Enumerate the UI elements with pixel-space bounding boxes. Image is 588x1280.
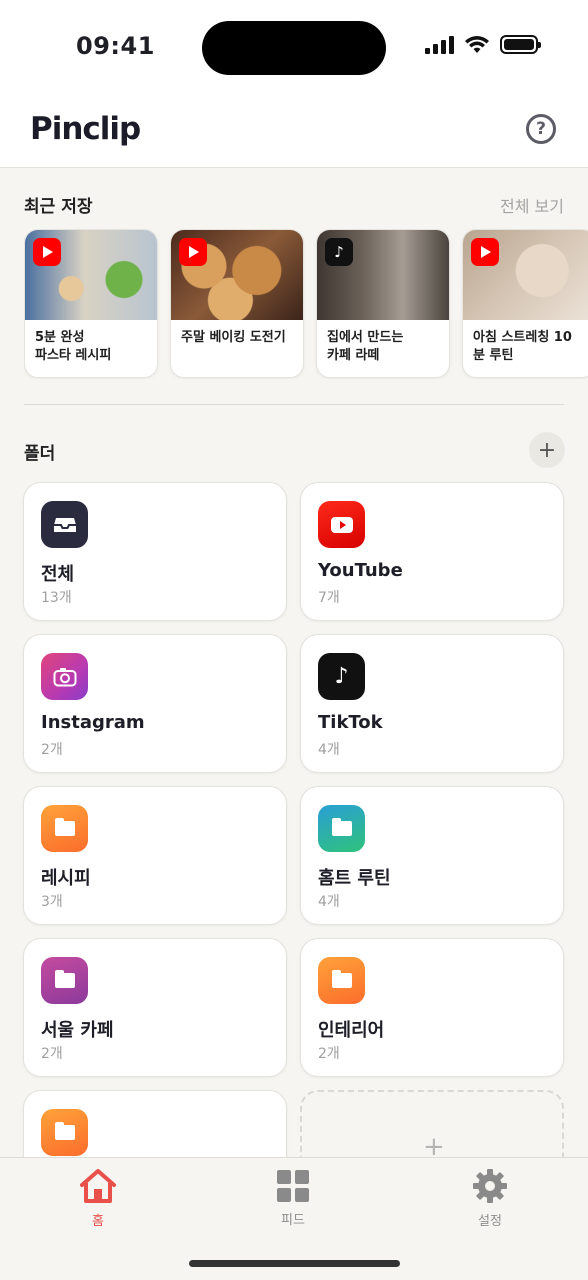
plus-icon: + <box>537 437 557 463</box>
music-note-icon: ♪ <box>318 653 365 700</box>
status-bar: 09:41 <box>0 0 588 95</box>
folder-card-youtube[interactable]: YouTube 7개 <box>300 482 564 621</box>
folder-name: TikTok <box>318 712 383 733</box>
folder-icon <box>318 805 365 852</box>
home-indicator <box>189 1260 400 1267</box>
wifi-icon <box>465 36 489 53</box>
recent-card-title: 5분 완성 파스타 레시피 <box>35 330 112 363</box>
inbox-tray-icon <box>41 501 88 548</box>
folder-card-instagram[interactable]: Instagram 2개 <box>23 634 287 773</box>
folder-count: 2개 <box>318 1046 340 1062</box>
folder-icon <box>318 957 365 1004</box>
folder-name: 서울 카페 <box>41 1020 114 1041</box>
recent-thumbnail <box>463 230 588 320</box>
folder-count: 2개 <box>41 742 63 758</box>
dynamic-island <box>202 21 386 75</box>
tab-label: 홈 <box>92 1214 104 1229</box>
grid-icon <box>277 1170 309 1202</box>
app-title: Pinclip <box>30 111 141 147</box>
recent-section-title: 최근 저장 <box>24 197 93 217</box>
folders-section-title: 폴더 <box>24 444 56 464</box>
folder-icon <box>41 805 88 852</box>
tab-feed[interactable]: 피드 <box>243 1158 343 1238</box>
tab-settings[interactable]: 설정 <box>440 1158 540 1238</box>
recent-card-title: 집에서 만드는 카페 라떼 <box>327 330 404 363</box>
youtube-badge-icon <box>179 238 207 266</box>
camera-icon <box>41 653 88 700</box>
folder-card-home-workout[interactable]: 홈트 루틴 4개 <box>300 786 564 925</box>
folder-name: 레시피 <box>41 868 91 889</box>
youtube-badge-icon <box>471 238 499 266</box>
youtube-badge-icon <box>33 238 61 266</box>
tab-home[interactable]: 홈 <box>48 1158 148 1238</box>
recent-card[interactable]: ♪ 집에서 만드는 카페 라떼 <box>316 229 450 378</box>
folder-card-seoul-cafe[interactable]: 서울 카페 2개 <box>23 938 287 1077</box>
folder-icon <box>41 1109 88 1156</box>
cellular-signal-icon <box>425 35 454 54</box>
recent-card[interactable]: 주말 베이킹 도전기 <box>170 229 304 378</box>
section-divider <box>24 404 564 405</box>
recent-thumbnail <box>171 230 303 320</box>
recent-card-title: 아침 스트레칭 10 분 루틴 <box>473 330 572 363</box>
folder-count: 4개 <box>318 742 340 758</box>
gear-icon <box>473 1169 507 1203</box>
status-icons <box>425 35 541 54</box>
add-folder-button[interactable]: + <box>529 432 565 468</box>
tab-label: 설정 <box>478 1214 502 1229</box>
folder-card-interior[interactable]: 인테리어 2개 <box>300 938 564 1077</box>
recent-card[interactable]: 5분 완성 파스타 레시피 <box>24 229 158 378</box>
recent-thumbnail <box>25 230 157 320</box>
folder-card-recipe[interactable]: 레시피 3개 <box>23 786 287 925</box>
youtube-icon <box>318 501 365 548</box>
tiktok-badge-icon: ♪ <box>325 238 353 266</box>
folder-count: 7개 <box>318 590 340 606</box>
folder-card-tiktok[interactable]: ♪ TikTok 4개 <box>300 634 564 773</box>
folder-name: Instagram <box>41 712 145 733</box>
battery-icon <box>500 35 541 54</box>
folder-count: 13개 <box>41 590 72 606</box>
recent-thumbnail: ♪ <box>317 230 449 320</box>
help-icon: ? <box>536 119 546 139</box>
recent-carousel[interactable]: 5분 완성 파스타 레시피 주말 베이킹 도전기 ♪ 집에서 만드는 카페 라떼… <box>24 229 588 379</box>
folder-card-all[interactable]: 전체 13개 <box>23 482 287 621</box>
folder-name: YouTube <box>318 560 403 581</box>
folder-count: 4개 <box>318 894 340 910</box>
app-header: Pinclip ? <box>0 95 588 168</box>
folder-icon <box>41 957 88 1004</box>
help-button[interactable]: ? <box>526 114 556 144</box>
status-time: 09:41 <box>76 32 155 60</box>
recent-card[interactable]: 아침 스트레칭 10 분 루틴 <box>462 229 588 378</box>
folder-name: 홈트 루틴 <box>318 868 391 889</box>
folder-count: 3개 <box>41 894 63 910</box>
folder-name: 전체 <box>41 564 75 585</box>
recent-card-title: 주말 베이킹 도전기 <box>181 330 286 345</box>
folder-count: 2개 <box>41 1046 63 1062</box>
see-all-link[interactable]: 전체 보기 <box>500 193 564 217</box>
home-icon <box>80 1169 116 1203</box>
tab-label: 피드 <box>281 1213 305 1228</box>
folder-name: 인테리어 <box>318 1020 385 1041</box>
